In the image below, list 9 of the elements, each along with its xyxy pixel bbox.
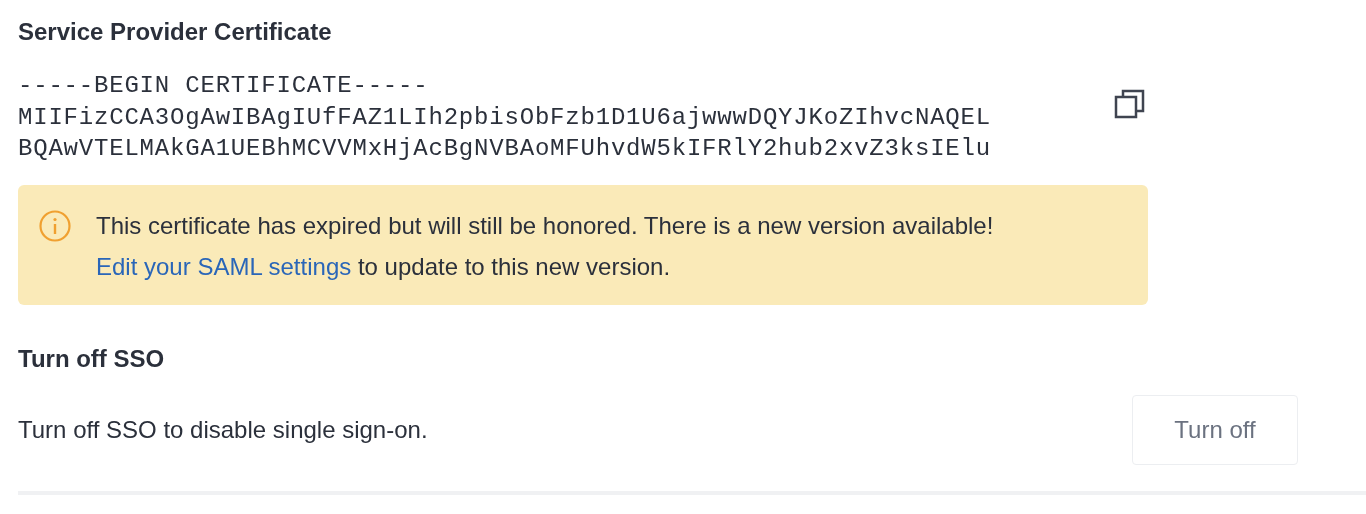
certificate-line: MIIFizCCA3OgAwIBAgIUfFAZ1LIh2pbisObFzb1D1U6ajwwwDQYJKoZIhvcNAQEL bbox=[18, 102, 991, 133]
saml-settings-link[interactable]: Edit your SAML settings bbox=[96, 252, 352, 280]
section-title: Service Provider Certificate bbox=[18, 17, 333, 47]
section-title: Turn off SSO bbox=[18, 343, 166, 374]
section-description: Turn off SSO to disable single sign-on. bbox=[18, 415, 428, 444]
warning-message: This certificate has expired but will still be honored. There is a new version available! Edit your SAML settings to update to this new version. bbox=[96, 210, 995, 282]
certificate-line: -----BEGIN CERTIFICATE----- bbox=[18, 71, 430, 101]
turn-off-button[interactable]: Turn off bbox=[1132, 394, 1298, 465]
certificate-line: BQAwVTELMAkGA1UEBhMCVVMxHjAcBgNVBAoMFUhvdW5kIFRlY2hub2xvZ3ksIElu bbox=[18, 134, 991, 164]
